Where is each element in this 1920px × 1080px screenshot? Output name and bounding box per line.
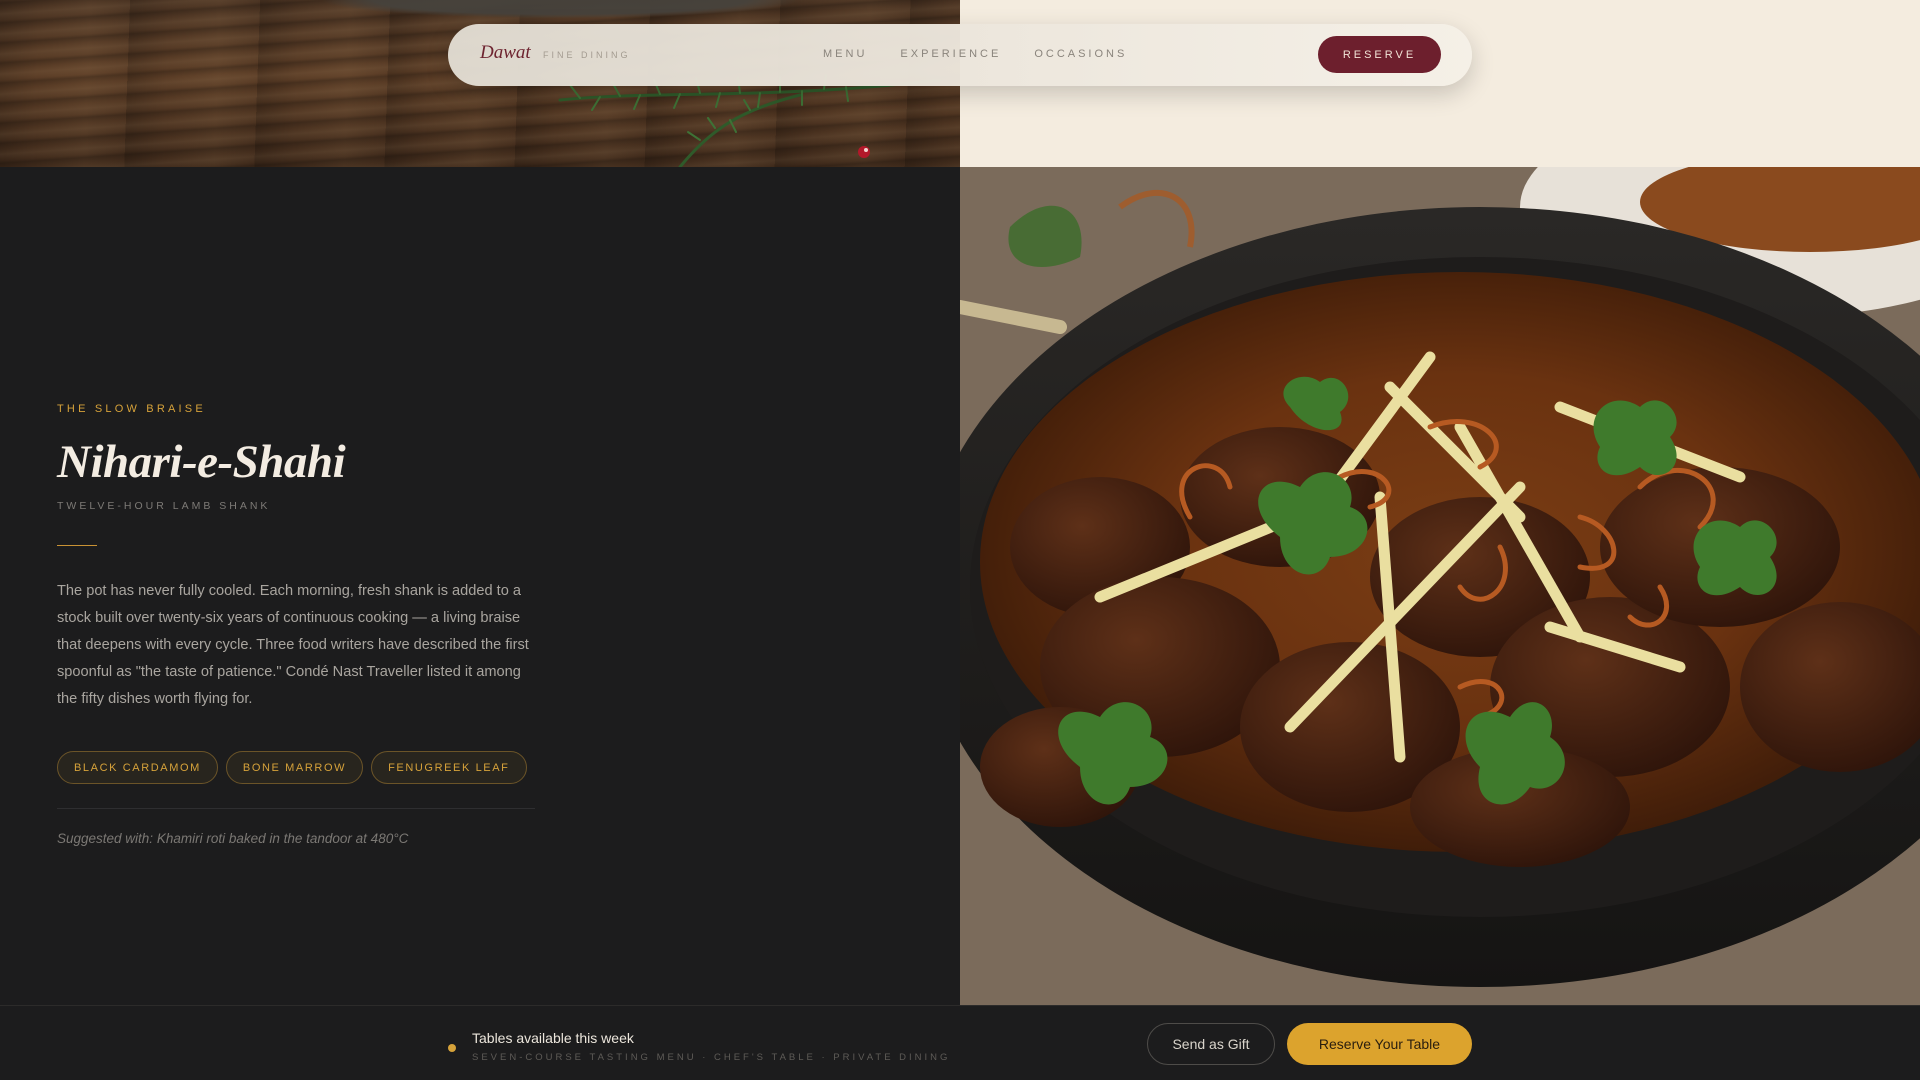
pairing-suggestion: Suggested with: Khamiri roti baked in th…: [57, 831, 409, 846]
dish-description: The pot has never fully cooled. Each mor…: [57, 583, 529, 707]
nav-link-occasions[interactable]: OCCASIONS: [1034, 48, 1127, 60]
ingredient-tag: FENUGREEK LEAF: [371, 751, 527, 784]
brand-tagline: FINE DINING: [543, 50, 631, 60]
availability-title: Tables available this week: [472, 1030, 634, 1046]
availability-indicator-icon: [448, 1044, 456, 1052]
reserve-button[interactable]: RESERVE: [1318, 36, 1441, 73]
nav-links: MENU EXPERIENCE OCCASIONS: [823, 48, 1127, 60]
section-eyebrow: THE SLOW BRAISE: [57, 403, 206, 415]
send-gift-button[interactable]: Send as Gift: [1147, 1023, 1275, 1065]
divider: [57, 808, 535, 809]
nihari-dish-photo: [960, 167, 1920, 1005]
brand-logo[interactable]: Dawat: [480, 42, 531, 64]
accent-divider: [57, 545, 97, 546]
nav-link-menu[interactable]: MENU: [823, 48, 867, 60]
dish-title: Nihari-e-Shahi: [57, 436, 346, 488]
availability-subtitle: SEVEN-COURSE TASTING MENU · CHEF'S TABLE…: [472, 1052, 951, 1063]
ingredient-tags: BLACK CARDAMOM BONE MARROW FENUGREEK LEA…: [57, 751, 527, 784]
ingredient-tag: BLACK CARDAMOM: [57, 751, 218, 784]
nav-link-experience[interactable]: EXPERIENCE: [900, 48, 1001, 60]
availability-bar: Tables available this week SEVEN-COURSE …: [0, 1005, 1920, 1080]
dish-subtitle: TWELVE-HOUR LAMB SHANK: [57, 500, 271, 512]
nihari-bowl-image: [960, 167, 1920, 1005]
dish-details-panel: THE SLOW BRAISE Nihari-e-Shahi TWELVE-HO…: [0, 167, 960, 1005]
ingredient-tag: BONE MARROW: [225, 751, 364, 784]
top-navigation: Dawat FINE DINING MENU EXPERIENCE OCCASI…: [448, 24, 1472, 86]
reserve-table-button[interactable]: Reserve Your Table: [1287, 1023, 1472, 1065]
